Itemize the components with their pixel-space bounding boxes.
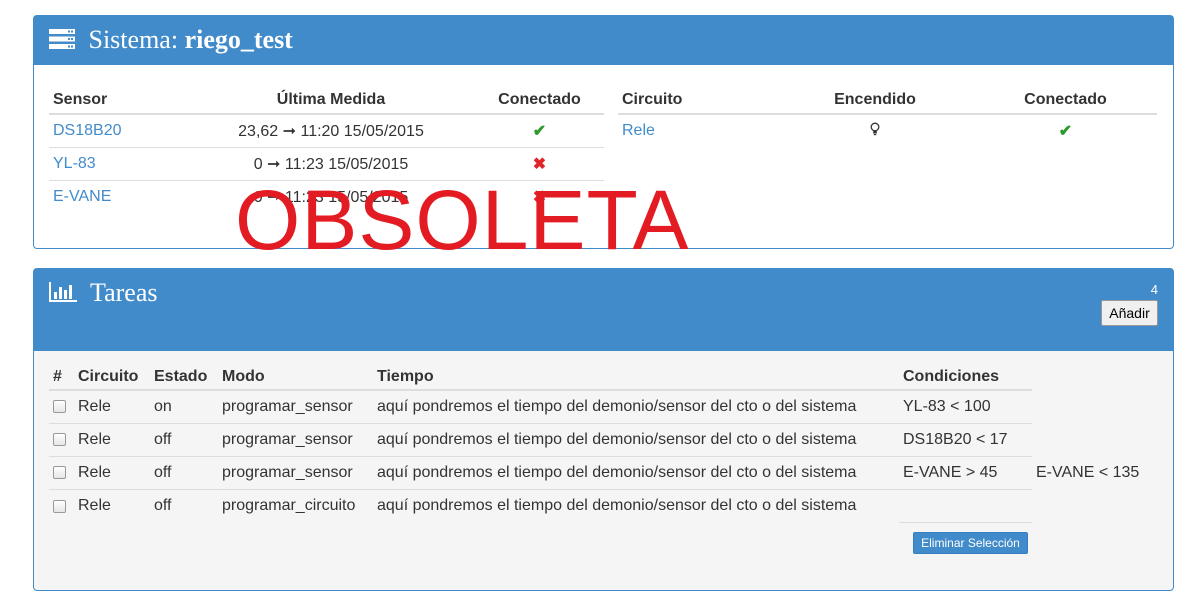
encendido-header: Encendido bbox=[776, 86, 974, 115]
obsolete-watermark: OBSOLETA bbox=[235, 173, 690, 267]
tareas-title-text: Tareas bbox=[90, 278, 158, 307]
task-condicion: E-VANE > 45 bbox=[899, 456, 1032, 490]
task-modo: programar_sensor bbox=[218, 456, 373, 490]
bar-chart-icon bbox=[48, 280, 78, 310]
sensor-medida: 23,62 ➞ 11:20 15/05/2015 bbox=[187, 113, 475, 148]
task-modo: programar_circuito bbox=[218, 489, 373, 523]
task-modo: programar_sensor bbox=[218, 423, 373, 457]
task-condicion-2 bbox=[1032, 424, 1150, 457]
table-row: Rele off programar_sensor aquí pondremos… bbox=[49, 423, 1150, 457]
task-tiempo: aquí pondremos el tiempo del demonio/sen… bbox=[373, 489, 899, 523]
tareas-title: Tareas bbox=[48, 278, 158, 310]
check-icon: ✔ bbox=[475, 113, 604, 148]
task-estado: off bbox=[150, 456, 218, 490]
ultima-medida-header: Última Medida bbox=[187, 86, 475, 115]
circuit-table: Circuito Encendido Conectado Rele ✔ bbox=[618, 86, 1157, 147]
task-circuito: Rele bbox=[74, 456, 150, 490]
select-checkbox[interactable] bbox=[49, 489, 74, 523]
task-condicion-2 bbox=[1032, 490, 1150, 523]
task-condicion-2 bbox=[1032, 390, 1150, 424]
sensor-link[interactable]: DS18B20 bbox=[49, 113, 187, 148]
task-circuito: Rele bbox=[74, 389, 150, 424]
add-task-button[interactable]: Añadir bbox=[1101, 300, 1158, 326]
sistema-title-prefix: Sistema: bbox=[88, 25, 179, 54]
select-checkbox[interactable] bbox=[49, 456, 74, 490]
estado-header: Estado bbox=[150, 364, 218, 391]
delete-selection-button[interactable]: Eliminar Selección bbox=[913, 532, 1028, 554]
modo-header: Modo bbox=[218, 364, 373, 391]
tiempo-header: Tiempo bbox=[373, 364, 899, 391]
sensor-link[interactable]: E-VANE bbox=[49, 180, 187, 213]
task-count: 4 bbox=[1150, 282, 1158, 297]
table-row: Rele off programar_circuito aquí pondrem… bbox=[49, 489, 1150, 523]
sensor-row: DS18B20 23,62 ➞ 11:20 15/05/2015 ✔ bbox=[49, 113, 604, 148]
circuit-conectado-header: Conectado bbox=[974, 86, 1157, 115]
task-condicion-2: E-VANE < 135 bbox=[1036, 464, 1140, 481]
condiciones-header: Condiciones bbox=[899, 364, 1032, 391]
task-modo: programar_sensor bbox=[218, 389, 373, 424]
sistema-name: riego_test bbox=[184, 25, 293, 54]
server-icon bbox=[48, 27, 76, 57]
table-row: Rele off programar_sensor aquí pondremos… bbox=[49, 456, 1150, 490]
hash-header: # bbox=[49, 364, 74, 391]
conectado-header: Conectado bbox=[475, 86, 604, 115]
task-tiempo: aquí pondremos el tiempo del demonio/sen… bbox=[373, 389, 899, 424]
extra-header bbox=[1032, 364, 1150, 390]
tareas-panel-header: Tareas 4 Añadir bbox=[34, 269, 1173, 351]
lightbulb-icon[interactable] bbox=[870, 122, 880, 140]
task-condicion: YL-83 < 100 bbox=[899, 389, 1032, 424]
task-estado: on bbox=[150, 389, 218, 424]
task-estado: off bbox=[150, 489, 218, 523]
sensor-header: Sensor bbox=[49, 86, 187, 115]
table-row: Rele on programar_sensor aquí pondremos … bbox=[49, 389, 1150, 424]
sensor-link[interactable]: YL-83 bbox=[49, 147, 187, 181]
select-checkbox[interactable] bbox=[49, 423, 74, 457]
circuito-header: Circuito bbox=[618, 86, 776, 115]
check-icon: ✔ bbox=[1058, 123, 1073, 140]
circuit-row: Rele ✔ bbox=[618, 114, 1157, 147]
task-estado: off bbox=[150, 423, 218, 457]
tasks-table: # Circuito Estado Modo Tiempo Condicione… bbox=[49, 364, 1150, 523]
task-tiempo: aquí pondremos el tiempo del demonio/sen… bbox=[373, 423, 899, 457]
task-circuito: Rele bbox=[74, 489, 150, 523]
circuito-header: Circuito bbox=[74, 364, 150, 391]
sistema-panel-header: Sistema: riego_test bbox=[34, 16, 1173, 65]
sistema-title: Sistema: riego_test bbox=[48, 25, 293, 57]
circuit-link[interactable]: Rele bbox=[618, 114, 776, 147]
task-condicion: DS18B20 < 17 bbox=[899, 423, 1032, 457]
select-checkbox[interactable] bbox=[49, 389, 74, 424]
task-condicion bbox=[899, 489, 1032, 523]
tareas-panel: Tareas 4 Añadir # Circuito Estado Modo T… bbox=[33, 268, 1174, 591]
task-tiempo: aquí pondremos el tiempo del demonio/sen… bbox=[373, 456, 899, 490]
task-circuito: Rele bbox=[74, 423, 150, 457]
encendido-cell bbox=[776, 114, 974, 147]
